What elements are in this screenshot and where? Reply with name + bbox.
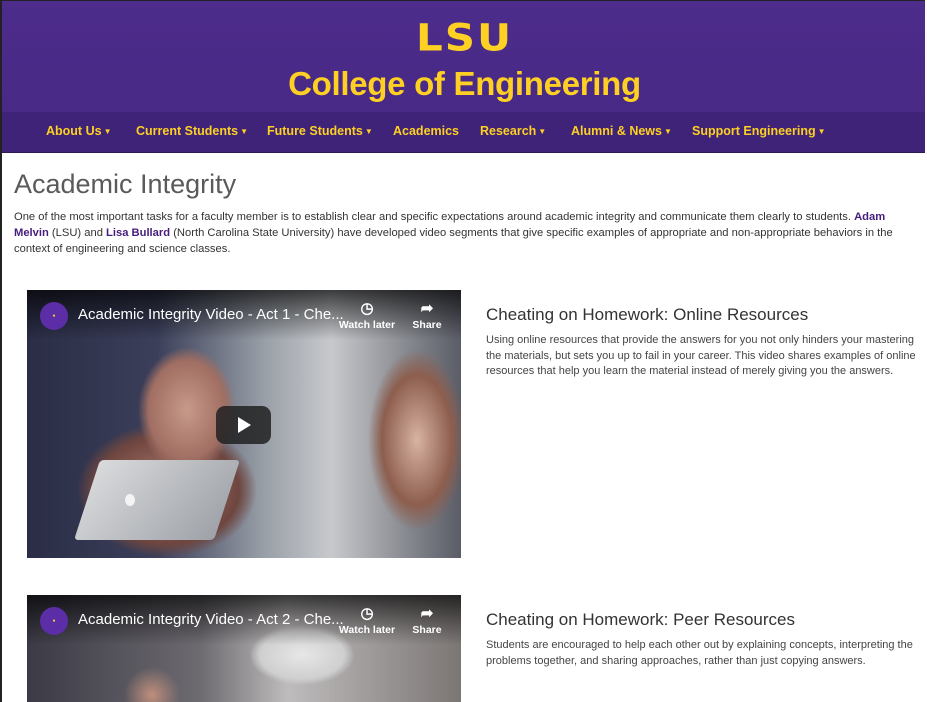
watch-later-button[interactable]: ◷ Watch later bbox=[337, 300, 397, 331]
chevron-down-icon: ▼ bbox=[240, 127, 249, 136]
page-frame: LSU College of Engineering About Us ▼ Cur… bbox=[0, 0, 925, 702]
share-button[interactable]: ➦ Share bbox=[397, 605, 457, 636]
nav-label: Academics bbox=[393, 124, 460, 138]
nav-item-future-students[interactable]: Future Students ▼ bbox=[267, 124, 373, 138]
chevron-down-icon: ▼ bbox=[817, 127, 826, 136]
share-arrow-icon: ➦ bbox=[420, 300, 434, 317]
share-arrow-icon: ➦ bbox=[420, 605, 434, 622]
share-button[interactable]: ➦ Share bbox=[397, 300, 457, 331]
play-icon[interactable] bbox=[216, 406, 271, 444]
section-heading-online-resources: Cheating on Homework: Online Resources bbox=[486, 305, 809, 324]
apple-logo-icon bbox=[125, 494, 135, 506]
page-title: Academic Integrity bbox=[14, 169, 237, 199]
clock-icon: ◷ bbox=[360, 300, 374, 317]
video-title[interactable]: Academic Integrity Video - Act 2 - Che..… bbox=[78, 611, 344, 628]
main-nav: About Us ▼ Current Students ▼ Future Stude… bbox=[2, 112, 925, 152]
clock-icon: ◷ bbox=[360, 605, 374, 622]
nav-item-about-us[interactable]: About Us ▼ bbox=[46, 124, 111, 138]
intro-text: One of the most important tasks for a fa… bbox=[14, 211, 855, 223]
nav-label: Alumni & News bbox=[571, 124, 662, 138]
section-heading-peer-resources: Cheating on Homework: Peer Resources bbox=[486, 610, 795, 629]
laptop-image bbox=[74, 460, 240, 540]
video-title[interactable]: Academic Integrity Video - Act 1 - Che..… bbox=[78, 306, 344, 323]
chevron-down-icon: ▼ bbox=[364, 127, 373, 136]
channel-avatar[interactable]: ● bbox=[40, 607, 68, 635]
video-player-act-2[interactable]: ● Academic Integrity Video - Act 2 - Che… bbox=[27, 595, 461, 702]
watch-later-label: Watch later bbox=[338, 319, 396, 331]
college-name[interactable]: College of Engineering bbox=[2, 65, 925, 103]
nav-label: Research bbox=[480, 124, 537, 138]
header-banner: LSU College of Engineering bbox=[2, 1, 925, 111]
watch-later-label: Watch later bbox=[338, 624, 396, 636]
chevron-down-icon: ▼ bbox=[664, 127, 672, 136]
nav-item-academics[interactable]: Academics bbox=[393, 124, 459, 138]
nav-item-research[interactable]: Research ▼ bbox=[480, 124, 546, 138]
watch-later-button[interactable]: ◷ Watch later bbox=[337, 605, 397, 636]
channel-avatar[interactable]: ● bbox=[40, 302, 68, 330]
nav-item-alumni-news[interactable]: Alumni & News ▼ bbox=[571, 124, 672, 138]
nav-label: About Us bbox=[46, 124, 102, 138]
nav-item-support-engineering[interactable]: Support Engineering ▼ bbox=[692, 124, 826, 138]
share-label: Share bbox=[412, 624, 442, 636]
lsu-logo[interactable]: LSU bbox=[2, 15, 925, 59]
nav-label: Support Engineering bbox=[692, 124, 816, 138]
nav-label: Future Students bbox=[267, 124, 363, 138]
video-player-act-1[interactable]: ● Academic Integrity Video - Act 1 - Che… bbox=[27, 290, 461, 558]
lisa-bullard-link[interactable]: Lisa Bullard bbox=[106, 227, 170, 239]
share-label: Share bbox=[412, 319, 442, 331]
site-header: LSU College of Engineering About Us ▼ Cur… bbox=[2, 1, 925, 153]
chevron-down-icon: ▼ bbox=[538, 127, 547, 136]
section-description: Using online resources that provide the … bbox=[486, 334, 916, 377]
chevron-down-icon: ▼ bbox=[103, 127, 112, 136]
nav-item-current-students[interactable]: Current Students ▼ bbox=[136, 124, 248, 138]
intro-paragraph: One of the most important tasks for a fa… bbox=[14, 209, 919, 257]
nav-label: Current Students bbox=[136, 124, 239, 138]
intro-text: (LSU) and bbox=[48, 227, 107, 239]
section-description: Students are encouraged to help each oth… bbox=[486, 639, 913, 667]
